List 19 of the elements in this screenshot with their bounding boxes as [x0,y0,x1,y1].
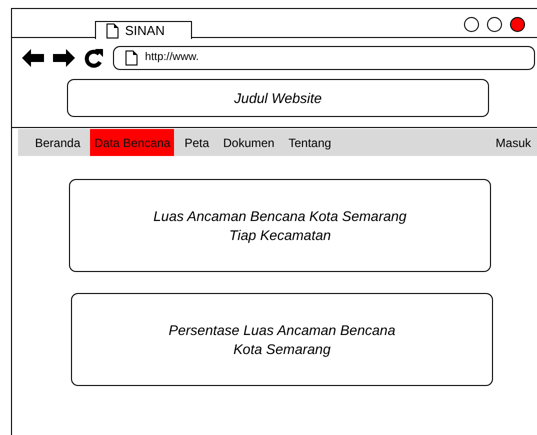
reload-icon[interactable] [84,48,104,68]
card-title: Luas Ancaman Bencana Kota Semarang Tiap Kecamatan [153,206,407,244]
menu-item[interactable]: Data Bencana [90,129,174,156]
menu-item[interactable]: Peta [180,129,214,156]
menu-item[interactable]: Tentang [284,129,336,156]
forward-arrow-icon[interactable] [53,48,75,66]
window-control-button[interactable] [510,17,525,32]
page-icon [125,50,138,66]
back-arrow-icon[interactable] [22,48,44,66]
menu-item[interactable]: Beranda [31,129,84,156]
login-link[interactable]: Masuk [496,134,537,152]
website-title-box: Judul Website [67,79,489,117]
page-icon [106,22,119,38]
card-title: Persentase Luas Ancaman Bencana Kota Semarang [168,320,396,358]
browser-tab[interactable]: SINAN [95,21,192,39]
menu-item[interactable]: Dokumen [219,129,278,156]
window-control-button[interactable] [487,17,502,32]
window-control-button[interactable] [464,17,479,32]
address-field[interactable]: http://www. [113,46,535,70]
